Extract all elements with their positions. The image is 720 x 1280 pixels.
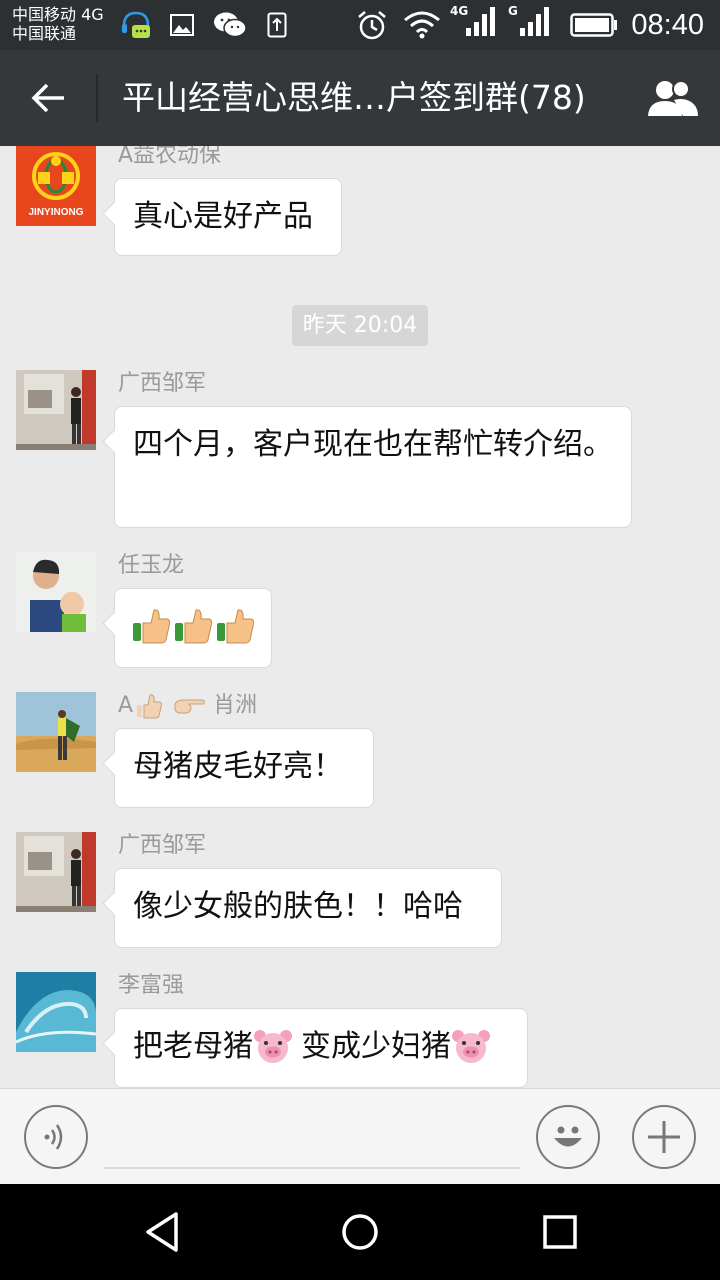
thumbs-up-icon — [175, 609, 213, 644]
message-input[interactable] — [104, 1109, 520, 1169]
message-text: 真心是好产品 — [133, 199, 313, 234]
carrier-1: 中国移动 4G — [12, 5, 104, 24]
headset-message-icon — [118, 10, 154, 40]
timestamp: 昨天 20:04 — [292, 305, 428, 346]
signal-4g-icon: 4G — [450, 4, 498, 36]
sender-name-row: A 肖洲 — [118, 692, 257, 720]
smiley-icon — [554, 1126, 582, 1147]
status-bar: 中国移动 4G 中国联通 4G G 08:40 — [0, 0, 720, 50]
pig-face-icon — [452, 1030, 490, 1063]
upload-file-icon — [266, 10, 288, 40]
person-photo-icon — [16, 552, 96, 632]
avatar-caption: JINYINONG — [28, 207, 84, 218]
chat-area[interactable]: JINYINONG A益农动保 真心是好产品 昨天 20:04 广西邹军 四个月… — [0, 146, 720, 1088]
gallery-icon — [169, 10, 195, 40]
avatar[interactable] — [16, 552, 96, 632]
message-bubble[interactable]: 真心是好产品 — [114, 178, 342, 256]
system-nav-bar — [0, 1184, 720, 1280]
thumbs-up-icon — [217, 609, 255, 644]
person-desert-photo-icon — [16, 692, 96, 772]
message-text: 母猪皮毛好亮！ — [133, 749, 343, 784]
voice-button[interactable] — [24, 1105, 88, 1169]
avatar[interactable] — [16, 972, 96, 1052]
message-bubble[interactable]: 像少女般的肤色！！哈哈 — [114, 868, 502, 948]
avatar[interactable]: JINYINONG — [16, 146, 96, 226]
back-arrow-icon — [31, 83, 64, 113]
nav-back-icon — [146, 1212, 178, 1252]
alarm-icon — [354, 10, 390, 40]
person-photo-icon — [16, 370, 96, 450]
emoji-button[interactable] — [536, 1105, 600, 1169]
group-members-button[interactable] — [640, 72, 706, 124]
pig-face-icon — [254, 1030, 292, 1063]
wechat-icon — [212, 10, 248, 40]
message-bubble[interactable]: 把老母猪 变成少妇猪 — [114, 1008, 528, 1088]
sender-name: A益农动保 — [118, 146, 222, 168]
thumbs-up-icon — [133, 609, 171, 644]
sender-name: 肖洲 — [213, 693, 258, 718]
ocean-wave-photo-icon — [16, 972, 96, 1052]
sender-name: 任玉龙 — [118, 553, 185, 578]
more-options-button[interactable] — [632, 1105, 696, 1169]
group-members-icon — [648, 80, 698, 116]
signal-g-icon: G — [506, 4, 552, 36]
message-bubble[interactable]: 母猪皮毛好亮！ — [114, 728, 374, 808]
message-text-2: 变成少妇猪 — [301, 1029, 451, 1064]
message-bubble[interactable] — [114, 588, 272, 668]
sender-name: 广西邹军 — [118, 371, 207, 396]
wifi-icon — [402, 10, 442, 40]
nav-home-icon — [342, 1214, 378, 1250]
sender-name: 广西邹军 — [118, 833, 207, 858]
message-text: 像少女般的肤色！！哈哈 — [133, 889, 463, 924]
nav-recents-button[interactable] — [520, 1204, 600, 1260]
title-divider — [96, 74, 98, 122]
thumbs-up-icon — [137, 694, 162, 719]
net-label-1: 4G — [450, 4, 469, 18]
plus-icon — [648, 1121, 680, 1153]
avatar[interactable] — [16, 832, 96, 912]
carrier-2: 中国联通 — [12, 24, 77, 43]
sender-name: 李富强 — [118, 973, 185, 998]
avatar[interactable] — [16, 692, 96, 772]
nav-recents-icon — [543, 1215, 577, 1249]
nav-back-button[interactable] — [122, 1204, 202, 1260]
person-photo-icon — [16, 832, 96, 912]
carrier-info: 中国移动 4G 中国联通 — [12, 5, 104, 43]
avatar[interactable] — [16, 370, 96, 450]
clock: 08:40 — [631, 9, 704, 41]
message-text: 四个月，客户现在也在帮忙转介绍。 — [133, 427, 613, 462]
emoji-row — [133, 609, 255, 644]
nav-home-button[interactable] — [320, 1204, 400, 1260]
net-label-2: G — [508, 4, 518, 18]
title-bar: 平山经营心思维…户签到群(78) — [0, 50, 720, 146]
message-text-1: 把老母猪 — [133, 1029, 253, 1064]
battery-icon — [570, 10, 618, 40]
pointing-right-icon — [174, 699, 206, 714]
chat-title: 平山经营心思维…户签到群(78) — [122, 78, 586, 117]
back-button[interactable] — [18, 72, 78, 124]
voice-icon — [44, 1124, 63, 1150]
sender-prefix: A — [118, 693, 134, 718]
input-bar — [0, 1088, 720, 1184]
message-bubble[interactable]: 四个月，客户现在也在帮忙转介绍。 — [114, 406, 632, 528]
